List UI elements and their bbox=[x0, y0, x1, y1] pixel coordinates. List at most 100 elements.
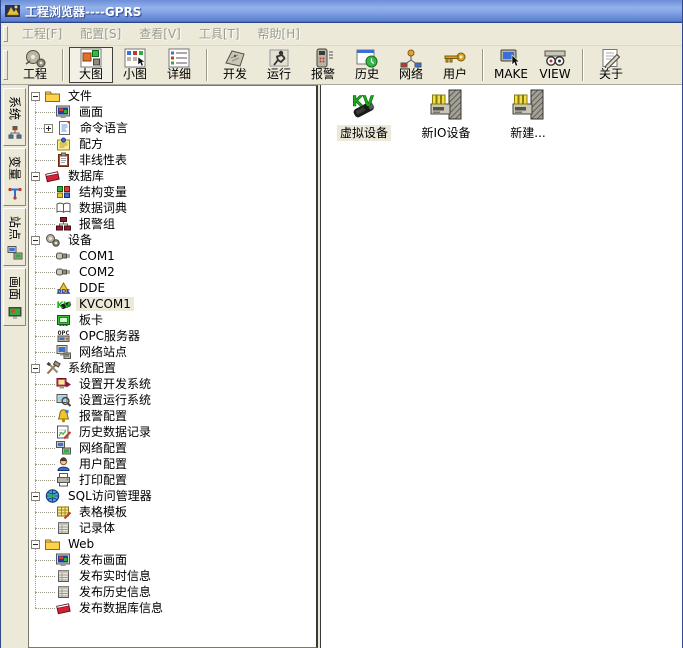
tree-item[interactable]: 板卡 bbox=[29, 312, 316, 328]
screen-icon bbox=[55, 104, 72, 120]
usercfg-icon bbox=[55, 456, 72, 472]
book-red-icon bbox=[55, 600, 72, 616]
tree-expander[interactable] bbox=[31, 92, 40, 101]
tree-connector bbox=[35, 608, 55, 609]
toolbar-button-details[interactable]: 详细 bbox=[157, 47, 201, 83]
device-item[interactable]: 新IO设备 bbox=[405, 89, 487, 141]
tree-expander[interactable] bbox=[31, 492, 40, 501]
tree-item[interactable]: 网络站点 bbox=[29, 344, 316, 360]
tree-item[interactable]: 报警组 bbox=[29, 216, 316, 232]
sidebar-tab-variable[interactable]: 变量 bbox=[3, 148, 26, 206]
record-icon bbox=[55, 520, 72, 536]
tree-expander[interactable] bbox=[31, 364, 40, 373]
tree-item[interactable]: 打印配置 bbox=[29, 472, 316, 488]
tree-item[interactable]: 历史数据记录 bbox=[29, 424, 316, 440]
toolbar-button-history[interactable]: 历史 bbox=[345, 47, 389, 83]
app-icon[interactable] bbox=[5, 3, 21, 19]
tree-item[interactable]: 发布数据库信息 bbox=[29, 600, 316, 616]
toolbar-button-large-icons[interactable]: 大图 bbox=[69, 47, 113, 83]
toolbar-button-run[interactable]: 运行 bbox=[257, 47, 301, 83]
sidebar-tab-station[interactable]: 站点 bbox=[3, 208, 26, 266]
tree-item[interactable]: DDEDDE bbox=[29, 280, 316, 296]
tree-expander[interactable] bbox=[31, 540, 40, 549]
tree-item[interactable]: 网络配置 bbox=[29, 440, 316, 456]
menu-item-config[interactable]: 配置[S] bbox=[71, 23, 130, 45]
menu-item-project[interactable]: 工程[F] bbox=[13, 23, 71, 45]
toolbar-button-network[interactable]: 网络 bbox=[389, 47, 433, 83]
tree-item[interactable]: 发布实时信息 bbox=[29, 568, 316, 584]
device-list: KV虚拟设备新IO设备新建... bbox=[320, 85, 682, 648]
toolbar-button-alarm[interactable]: 报警 bbox=[301, 47, 345, 83]
tree-item[interactable]: 报警配置 bbox=[29, 408, 316, 424]
tree-connector bbox=[35, 560, 55, 561]
tree-item[interactable]: 数据词典 bbox=[29, 200, 316, 216]
menubar-grip[interactable] bbox=[3, 26, 8, 42]
tree-item[interactable]: Web bbox=[29, 536, 316, 552]
kv-icon: KV bbox=[55, 296, 72, 312]
tree-item[interactable]: 设置开发系统 bbox=[29, 376, 316, 392]
tree-item[interactable]: 结构变量 bbox=[29, 184, 316, 200]
tree-expander[interactable] bbox=[44, 124, 53, 133]
sidebar-tab-system[interactable]: 系统 bbox=[3, 88, 26, 146]
menu-item-help[interactable]: 帮助[H] bbox=[249, 23, 309, 45]
tree-connector bbox=[35, 144, 55, 145]
tree-item[interactable]: 系统配置 bbox=[29, 360, 316, 376]
tb-project-icon bbox=[22, 48, 48, 68]
tree-item[interactable]: 设置运行系统 bbox=[29, 392, 316, 408]
tree-expander[interactable] bbox=[31, 236, 40, 245]
toolbar-button-small-icons[interactable]: 小图 bbox=[113, 47, 157, 83]
tree-item[interactable]: KVKVCOM1 bbox=[29, 296, 316, 312]
tree-item[interactable]: OPCOPC服务器 bbox=[29, 328, 316, 344]
tree-item-label: 报警组 bbox=[76, 217, 118, 231]
tree-item[interactable]: 设备 bbox=[29, 232, 316, 248]
tree-item-label: 发布画面 bbox=[76, 553, 130, 567]
toolbar-button-make[interactable]: MAKE bbox=[489, 47, 533, 83]
tab-system-icon bbox=[7, 125, 23, 141]
tree-item[interactable]: 发布画面 bbox=[29, 552, 316, 568]
sidebar-tab-screen[interactable]: 画面 bbox=[3, 268, 26, 326]
rp-kv-icon: KV bbox=[346, 89, 382, 123]
toolbar-button-label: 报警 bbox=[311, 68, 335, 81]
toolbar-button-about[interactable]: 关于 bbox=[589, 47, 633, 83]
board-icon bbox=[55, 312, 72, 328]
tree-item[interactable]: 非线性表 bbox=[29, 152, 316, 168]
tree-item[interactable]: 文件 bbox=[29, 88, 316, 104]
tree-item[interactable]: COM1 bbox=[29, 248, 316, 264]
rp-io-icon bbox=[510, 89, 546, 123]
app-window: 工程浏览器----GPRS 工程[F]配置[S]查看[V]工具[T]帮助[H] … bbox=[0, 0, 683, 648]
device-item[interactable]: 新建... bbox=[487, 89, 569, 141]
device-item[interactable]: KV虚拟设备 bbox=[323, 89, 405, 141]
tree-item[interactable]: 命令语言 bbox=[29, 120, 316, 136]
toolbar-button-develop[interactable]: 开发 bbox=[213, 47, 257, 83]
tree-item-label: 打印配置 bbox=[76, 473, 130, 487]
toolbar-button-project[interactable]: 工程 bbox=[13, 47, 57, 83]
plug-icon bbox=[55, 264, 72, 280]
toolbar-button-user[interactable]: 用户 bbox=[433, 47, 477, 83]
tree-item[interactable]: 配方 bbox=[29, 136, 316, 152]
tree-connector bbox=[35, 112, 55, 113]
tree-item[interactable]: COM2 bbox=[29, 264, 316, 280]
tree-item-label: 命令语言 bbox=[77, 121, 131, 135]
sidebar-tab-label-box: 变量 bbox=[4, 154, 25, 182]
tree-item[interactable]: 表格模板 bbox=[29, 504, 316, 520]
menu-item-tools[interactable]: 工具[T] bbox=[190, 23, 249, 45]
tree-item[interactable]: 记录体 bbox=[29, 520, 316, 536]
tree-item[interactable]: 用户配置 bbox=[29, 456, 316, 472]
sidebar-tab-label: 画面 bbox=[6, 276, 23, 300]
netcfg-icon bbox=[55, 440, 72, 456]
tree-item[interactable]: 发布历史信息 bbox=[29, 584, 316, 600]
tree-item-label: 网络站点 bbox=[76, 345, 130, 359]
tree-expander[interactable] bbox=[31, 172, 40, 181]
tree-item[interactable]: 数据库 bbox=[29, 168, 316, 184]
main-area: 系统变量站点画面 文件画面命令语言配方非线性表数据库结构变量数据词典报警组设备C… bbox=[1, 85, 682, 648]
tree-item-label: DDE bbox=[76, 281, 108, 295]
tab-screen-icon bbox=[7, 305, 23, 321]
tree-connector bbox=[35, 400, 55, 401]
tree-item-label: 设置运行系统 bbox=[76, 393, 154, 407]
toolbar-button-view[interactable]: VIEW bbox=[533, 47, 577, 83]
tree-item[interactable]: SQL访问管理器 bbox=[29, 488, 316, 504]
menu-item-view[interactable]: 查看[V] bbox=[130, 23, 190, 45]
toolbar-grip[interactable] bbox=[3, 50, 8, 80]
tree-item-label: 发布数据库信息 bbox=[76, 601, 166, 615]
tree-item[interactable]: 画面 bbox=[29, 104, 316, 120]
